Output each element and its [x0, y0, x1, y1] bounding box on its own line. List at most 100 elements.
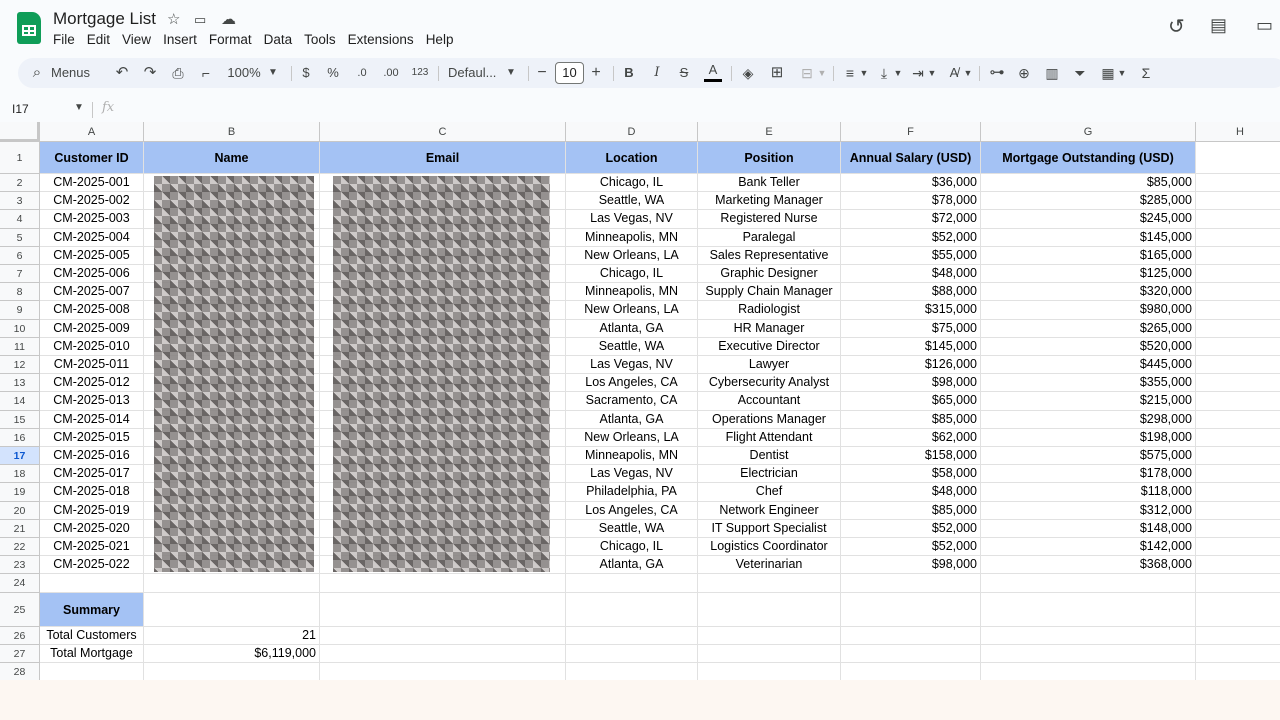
- cell[interactable]: [841, 663, 981, 680]
- menu-view[interactable]: View: [122, 32, 151, 48]
- data-cell[interactable]: CM-2025-009: [40, 319, 144, 338]
- font-chevron-down-icon[interactable]: ▼: [505, 58, 517, 88]
- data-cell[interactable]: $575,000: [981, 447, 1196, 466]
- cell[interactable]: [1196, 593, 1280, 627]
- data-cell[interactable]: CM-2025-007: [40, 283, 144, 302]
- font-select[interactable]: Defaul...: [448, 58, 504, 88]
- cell[interactable]: [1196, 174, 1280, 193]
- cell[interactable]: [1196, 229, 1280, 247]
- cell[interactable]: [1196, 356, 1280, 375]
- data-cell[interactable]: $298,000: [981, 410, 1196, 429]
- data-cell[interactable]: CM-2025-001: [40, 174, 144, 193]
- data-cell[interactable]: $98,000: [841, 556, 981, 575]
- data-cell[interactable]: $215,000: [981, 392, 1196, 411]
- data-cell[interactable]: Bank Teller: [698, 174, 841, 193]
- data-cell[interactable]: $520,000: [981, 337, 1196, 356]
- data-cell[interactable]: CM-2025-013: [40, 392, 144, 411]
- data-cell[interactable]: CM-2025-010: [40, 337, 144, 356]
- row-header[interactable]: 27: [0, 644, 40, 663]
- data-cell[interactable]: $178,000: [981, 465, 1196, 484]
- row-header[interactable]: 3: [0, 192, 40, 211]
- cell[interactable]: [698, 663, 841, 680]
- row-header[interactable]: 21: [0, 519, 40, 538]
- star-icon[interactable]: ☆: [167, 10, 180, 28]
- fill-color-icon[interactable]: ◈: [739, 58, 757, 88]
- currency-format-button[interactable]: $: [299, 58, 313, 88]
- data-cell[interactable]: CM-2025-015: [40, 428, 144, 447]
- row-header[interactable]: 2: [0, 174, 40, 193]
- data-cell[interactable]: $320,000: [981, 283, 1196, 302]
- data-cell[interactable]: $55,000: [841, 246, 981, 265]
- data-cell[interactable]: $265,000: [981, 319, 1196, 338]
- decrease-font-size-button[interactable]: −: [535, 58, 549, 88]
- data-cell[interactable]: Seattle, WA: [566, 337, 698, 356]
- data-cell[interactable]: CM-2025-011: [40, 356, 144, 375]
- data-cell[interactable]: Los Angeles, CA: [566, 374, 698, 393]
- row-header[interactable]: 10: [0, 319, 40, 338]
- text-rotation-icon[interactable]: A̸: [945, 58, 963, 88]
- cell[interactable]: [1196, 301, 1280, 320]
- data-cell[interactable]: Las Vegas, NV: [566, 210, 698, 229]
- cell[interactable]: [1196, 645, 1280, 663]
- data-cell[interactable]: CM-2025-014: [40, 410, 144, 429]
- data-cell[interactable]: Las Vegas, NV: [566, 356, 698, 375]
- row-header[interactable]: 25: [0, 592, 40, 627]
- column-title-cell[interactable]: Mortgage Outstanding (USD): [981, 142, 1196, 174]
- menu-edit[interactable]: Edit: [87, 32, 110, 48]
- increase-decimal-button[interactable]: .00: [378, 58, 404, 88]
- data-cell[interactable]: CM-2025-003: [40, 210, 144, 229]
- cell[interactable]: [144, 574, 320, 593]
- increase-font-size-button[interactable]: +: [589, 58, 603, 88]
- row-header[interactable]: 17: [0, 447, 40, 466]
- data-cell[interactable]: Philadelphia, PA: [566, 483, 698, 502]
- wrap-chevron-down-icon[interactable]: ▼: [927, 58, 937, 88]
- data-cell[interactable]: $198,000: [981, 428, 1196, 447]
- cell[interactable]: [1196, 210, 1280, 229]
- strikethrough-button[interactable]: S: [677, 58, 691, 88]
- cell[interactable]: [320, 592, 566, 627]
- data-cell[interactable]: $58,000: [841, 465, 981, 484]
- row-header[interactable]: 12: [0, 356, 40, 375]
- menu-insert[interactable]: Insert: [163, 32, 197, 48]
- cell[interactable]: [841, 626, 981, 645]
- cell[interactable]: [698, 592, 841, 627]
- version-history-icon[interactable]: ↺: [1168, 14, 1185, 39]
- total-customers-label[interactable]: Total Customers: [40, 626, 144, 645]
- data-cell[interactable]: $36,000: [841, 174, 981, 193]
- cell[interactable]: [566, 592, 698, 627]
- data-cell[interactable]: $126,000: [841, 356, 981, 375]
- cell[interactable]: [981, 644, 1196, 663]
- data-cell[interactable]: $980,000: [981, 301, 1196, 320]
- search-menus-button[interactable]: Menus: [51, 58, 95, 88]
- column-title-cell[interactable]: Name: [144, 142, 320, 174]
- row-header[interactable]: 14: [0, 392, 40, 411]
- insert-comment-icon[interactable]: ⊕: [1015, 58, 1033, 88]
- row-header[interactable]: 11: [0, 337, 40, 356]
- data-cell[interactable]: Seattle, WA: [566, 519, 698, 538]
- cell[interactable]: [566, 626, 698, 645]
- data-cell[interactable]: Dentist: [698, 447, 841, 466]
- cell[interactable]: [1196, 429, 1280, 447]
- cell[interactable]: [320, 626, 566, 645]
- data-cell[interactable]: $148,000: [981, 519, 1196, 538]
- row-header[interactable]: 8: [0, 283, 40, 302]
- row-header[interactable]: 28: [0, 663, 40, 680]
- sheets-logo-icon[interactable]: [17, 12, 41, 44]
- data-cell[interactable]: CM-2025-019: [40, 501, 144, 520]
- data-cell[interactable]: Sacramento, CA: [566, 392, 698, 411]
- data-cell[interactable]: Registered Nurse: [698, 210, 841, 229]
- column-header-c[interactable]: C: [320, 122, 566, 142]
- data-cell[interactable]: Atlanta, GA: [566, 410, 698, 429]
- row-header[interactable]: 6: [0, 246, 40, 265]
- column-header-h[interactable]: H: [1196, 122, 1280, 142]
- data-cell[interactable]: Radiologist: [698, 301, 841, 320]
- row-header[interactable]: 19: [0, 483, 40, 502]
- filter-views-icon[interactable]: ▦: [1099, 58, 1117, 88]
- cell[interactable]: [1196, 338, 1280, 356]
- total-mortgage-label[interactable]: Total Mortgage: [40, 644, 144, 663]
- menu-file[interactable]: File: [53, 32, 75, 48]
- data-cell[interactable]: $72,000: [841, 210, 981, 229]
- data-cell[interactable]: $125,000: [981, 265, 1196, 284]
- menu-tools[interactable]: Tools: [304, 32, 336, 48]
- data-cell[interactable]: Graphic Designer: [698, 265, 841, 284]
